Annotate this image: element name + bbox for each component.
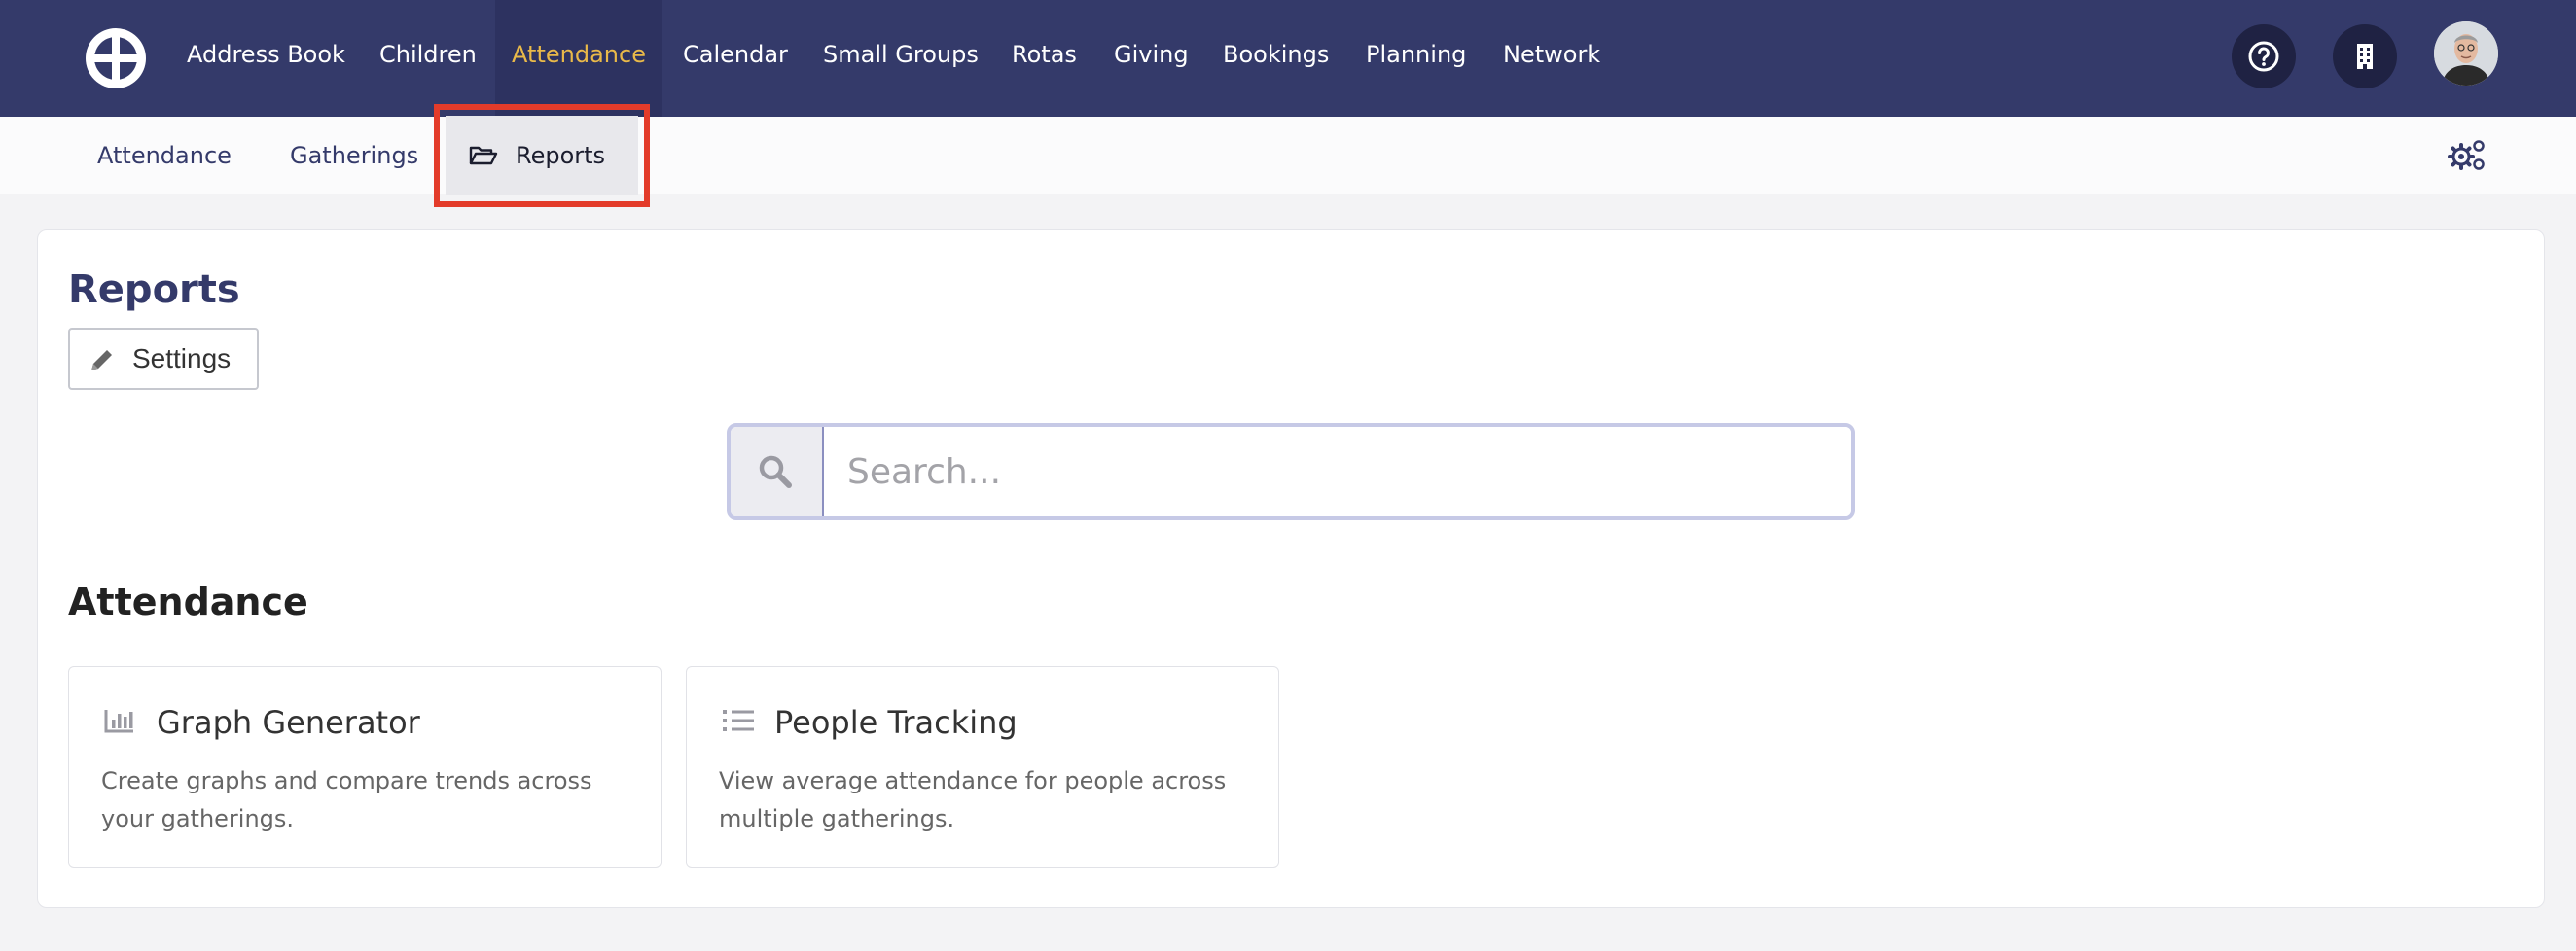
search-addon (731, 427, 824, 516)
pencil-icon (91, 350, 112, 370)
settings-button[interactable]: Settings (68, 328, 259, 390)
sub-navbar: Attendance Gatherings (0, 117, 2576, 194)
subnav-attendance[interactable]: Attendance (97, 117, 232, 194)
subnav-gatherings[interactable]: Gatherings (290, 117, 418, 194)
church-logo-icon[interactable] (84, 26, 148, 90)
section-title-attendance: Attendance (68, 581, 308, 623)
page-title: Reports (68, 267, 240, 312)
reports-card: Reports Settings Attendance Graph Genera… (37, 229, 2545, 908)
nav-giving[interactable]: Giving (1114, 0, 1189, 117)
folder-open-icon (469, 146, 498, 165)
settings-button-label: Settings (132, 343, 232, 373)
report-card-people-tracking[interactable]: People Tracking View average attendance … (686, 666, 1279, 868)
nav-children[interactable]: Children (379, 0, 477, 117)
list-icon (723, 710, 754, 731)
report-card-graph-generator[interactable]: Graph Generator Create graphs and compar… (68, 666, 662, 868)
user-avatar[interactable] (2434, 21, 2498, 86)
bar-chart-icon (104, 710, 133, 733)
search-input[interactable] (824, 427, 1851, 516)
nav-calendar[interactable]: Calendar (683, 0, 788, 117)
nav-planning[interactable]: Planning (1366, 0, 1466, 117)
subnav-reports[interactable]: Reports (446, 116, 638, 195)
nav-network[interactable]: Network (1503, 0, 1600, 117)
building-icon (2357, 44, 2373, 69)
top-navbar: Address Book Children Attendance Calenda… (0, 0, 2576, 117)
search-icon (759, 455, 792, 488)
report-card-title: People Tracking (774, 704, 1018, 741)
search-box (727, 423, 1855, 520)
nav-bookings[interactable]: Bookings (1223, 0, 1329, 117)
subnav-reports-highlight: Reports (434, 104, 650, 207)
nav-address-book[interactable]: Address Book (187, 0, 345, 117)
user-avatar-icon (2434, 21, 2498, 86)
help-icon (2248, 41, 2279, 72)
help-button[interactable] (2232, 24, 2296, 88)
subnav-reports-label: Reports (516, 142, 606, 169)
nav-small-groups[interactable]: Small Groups (823, 0, 979, 117)
report-card-title: Graph Generator (157, 704, 420, 741)
nav-attendance[interactable]: Attendance (495, 0, 662, 117)
nav-rotas[interactable]: Rotas (1012, 0, 1077, 117)
report-card-description: Create graphs and compare trends across … (101, 767, 592, 832)
gears-icon[interactable] (2448, 137, 2488, 172)
report-card-description: View average attendance for people acros… (719, 767, 1227, 832)
organisation-button[interactable] (2333, 24, 2397, 88)
